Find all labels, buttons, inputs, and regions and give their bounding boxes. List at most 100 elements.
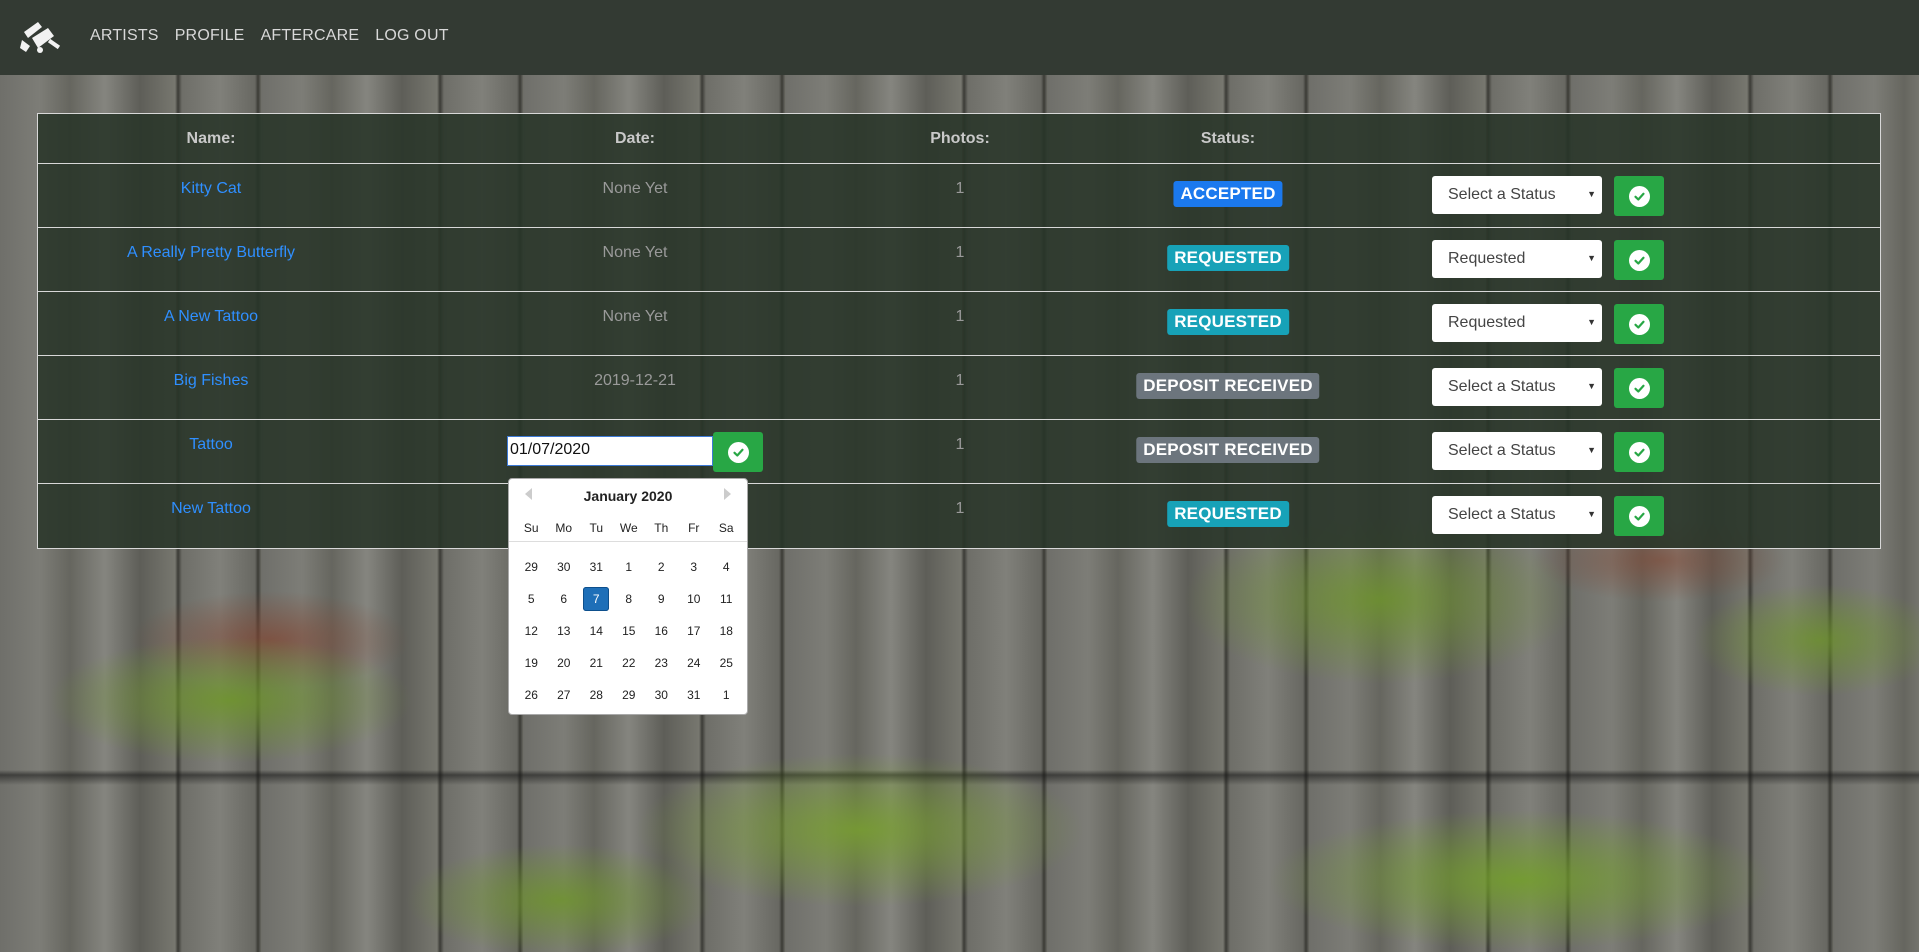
confirm-status-button[interactable] [1614,496,1664,536]
photos-count: 1 [955,436,965,453]
datepicker-day[interactable]: 31 [678,683,711,707]
status-badge: REQUESTED [1167,501,1289,527]
appointment-name-link[interactable]: Tattoo [189,436,233,454]
table-row: A Really Pretty Butterfly None Yet 1 REQ… [38,228,1880,292]
datepicker-day[interactable]: 19 [515,651,548,675]
datepicker-day[interactable]: 29 [515,555,548,579]
datepicker-day[interactable]: 11 [710,587,743,611]
status-badge: DEPOSIT RECEIVED [1136,437,1320,463]
datepicker-weekday: We [619,521,638,535]
check-circle-icon [1628,505,1650,527]
datepicker-day-selected[interactable]: 7 [583,587,610,611]
datepicker-weekday: Mo [555,521,573,535]
datepicker-day[interactable]: 22 [613,651,646,675]
confirm-status-button[interactable] [1614,176,1664,216]
status-select[interactable]: Select a Status ▼ [1432,496,1602,534]
status-select[interactable]: Requested ▼ [1432,240,1602,278]
status-select-value: Select a Status [1448,378,1556,395]
confirm-status-button[interactable] [1614,432,1664,472]
datepicker-day[interactable]: 9 [645,587,678,611]
datepicker-day[interactable]: 1 [710,683,743,707]
table-row: Big Fishes 2019-12-21 1 DEPOSIT RECEIVED… [38,356,1880,420]
datepicker-day[interactable]: 12 [515,619,548,643]
datepicker-weekday: Fr [688,521,700,535]
nav-link-logout[interactable]: LOG OUT [375,27,448,45]
status-select-value: Select a Status [1448,186,1556,203]
datepicker-day[interactable]: 16 [645,619,678,643]
datepicker-day[interactable]: 28 [580,683,613,707]
datepicker-day[interactable]: 3 [678,555,711,579]
datepicker-day[interactable]: 10 [678,587,711,611]
appointments-table: Name: Date: Photos: Status: Kitty Cat No… [37,113,1881,549]
datepicker-day[interactable]: 31 [580,555,613,579]
datepicker-weekday-row: Su Mo Tu We Th Fr Sa [515,517,743,539]
appointment-name-link[interactable]: A New Tattoo [164,308,258,326]
appointment-date: None Yet [602,180,668,197]
datepicker-day[interactable]: 6 [548,587,581,611]
confirm-status-button[interactable] [1614,304,1664,344]
datepicker-day[interactable]: 18 [710,619,743,643]
datepicker-day[interactable]: 14 [580,619,613,643]
status-select[interactable]: Requested ▼ [1432,304,1602,342]
datepicker-day[interactable]: 27 [548,683,581,707]
datepicker-weekday: Sa [718,521,734,535]
status-badge: REQUESTED [1167,245,1289,271]
datepicker-day[interactable]: 29 [613,683,646,707]
appointment-date: None Yet [602,244,668,261]
status-select[interactable]: Select a Status ▼ [1432,432,1602,470]
status-select-value: Requested [1448,250,1526,267]
datepicker-weekday: Tu [589,521,604,535]
nav-link-artists[interactable]: ARTISTS [90,27,159,45]
datepicker-day[interactable]: 25 [710,651,743,675]
check-circle-icon [727,441,749,463]
datepicker-day[interactable]: 20 [548,651,581,675]
status-select-value: Select a Status [1448,506,1556,523]
caret-down-icon: ▼ [1587,189,1596,199]
datepicker-day[interactable]: 1 [613,555,646,579]
caret-down-icon: ▼ [1587,253,1596,263]
status-select-value: Select a Status [1448,442,1556,459]
datepicker-grid: Su Mo Tu We Th Fr Sa 29 30 31 1 2 3 4 5 6 7 8 9 10 11 12 13 14 1… [515,517,743,711]
chevron-right-icon[interactable] [724,488,731,500]
caret-down-icon: ▼ [1587,381,1596,391]
check-circle-icon [1628,313,1650,335]
datepicker-day[interactable]: 26 [515,683,548,707]
appointment-name-link[interactable]: A Really Pretty Butterfly [127,244,295,262]
datepicker-week-row: 19 20 21 22 23 24 25 [515,647,743,679]
datepicker-day[interactable]: 2 [645,555,678,579]
appointment-name-link[interactable]: Kitty Cat [181,180,241,198]
datepicker-day[interactable]: 8 [613,587,646,611]
confirm-status-button[interactable] [1614,368,1664,408]
datepicker-day[interactable]: 23 [645,651,678,675]
datepicker-day[interactable]: 30 [645,683,678,707]
appointment-name-link[interactable]: New Tattoo [171,500,251,518]
datepicker-day[interactable]: 4 [710,555,743,579]
check-circle-icon [1628,185,1650,207]
datepicker-day[interactable]: 17 [678,619,711,643]
status-select-value: Requested [1448,314,1526,331]
datepicker-weekday: Th [654,521,669,535]
table-row: New Tattoo 1 REQUESTED Select a Status ▼ [38,484,1880,548]
caret-down-icon: ▼ [1587,445,1596,455]
datepicker-day[interactable]: 13 [548,619,581,643]
datepicker-day[interactable]: 15 [613,619,646,643]
status-select[interactable]: Select a Status ▼ [1432,368,1602,406]
confirm-status-button[interactable] [1614,240,1664,280]
status-select[interactable]: Select a Status ▼ [1432,176,1602,214]
datepicker-day[interactable]: 24 [678,651,711,675]
datepicker-day[interactable]: 21 [580,651,613,675]
photos-count: 1 [955,244,965,261]
table-row: A New Tattoo None Yet 1 REQUESTED Reques… [38,292,1880,356]
nav-link-aftercare[interactable]: AFTERCARE [261,27,360,45]
header-status: Status: [1200,130,1256,147]
datepicker-month-title: January 2020 [583,488,673,504]
date-input[interactable]: 01/07/2020 [507,436,713,466]
tattoo-machine-icon[interactable] [18,18,62,58]
datepicker-day[interactable]: 5 [515,587,548,611]
header-photos: Photos: [930,130,990,147]
header-name: Name: [186,130,236,147]
datepicker-day[interactable]: 30 [548,555,581,579]
nav-link-profile[interactable]: PROFILE [175,27,245,45]
appointment-name-link[interactable]: Big Fishes [174,372,249,390]
confirm-date-button[interactable] [713,432,763,472]
